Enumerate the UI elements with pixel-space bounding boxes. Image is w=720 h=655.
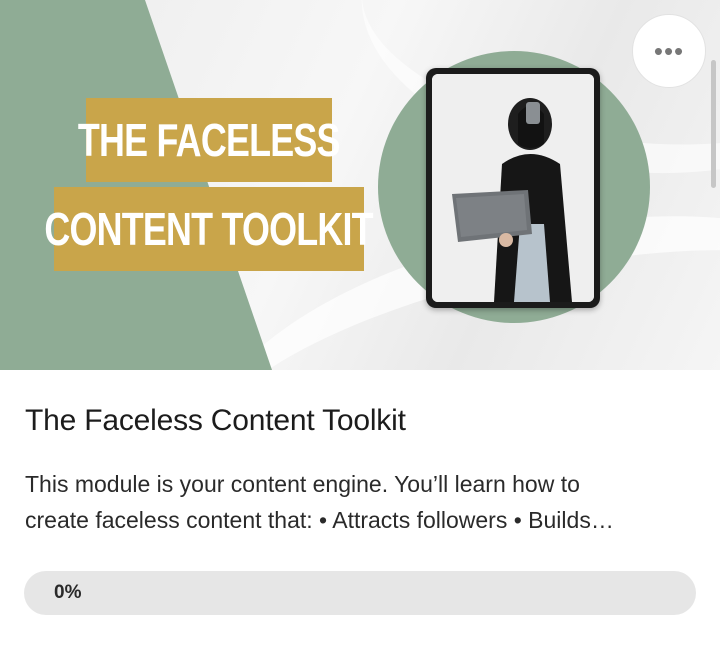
module-description: This module is your content engine. You’… [25,466,695,538]
more-horizontal-icon: ••• [653,35,685,66]
tablet-mockup [426,68,600,308]
progress-bar: 0% [24,571,696,615]
cover-title-line-2: CONTENT TOOLKIT [45,187,374,271]
progress-label: 0% [54,582,82,603]
scrollbar-thumb[interactable] [711,60,716,188]
cover-title-line-1: THE FACELESS [78,98,341,182]
module-title[interactable]: The Faceless Content Toolkit [25,404,406,438]
module-description-line-1: This module is your content engine. You’… [25,471,580,497]
module-cover-image[interactable]: THE FACELESS CONTENT TOOLKIT ••• [0,0,720,370]
woman-with-laptop-illustration [432,74,594,302]
tablet-photo [432,74,594,302]
module-description-line-2: create faceless content that: • Attracts… [25,507,614,533]
more-options-button[interactable]: ••• [632,14,706,88]
